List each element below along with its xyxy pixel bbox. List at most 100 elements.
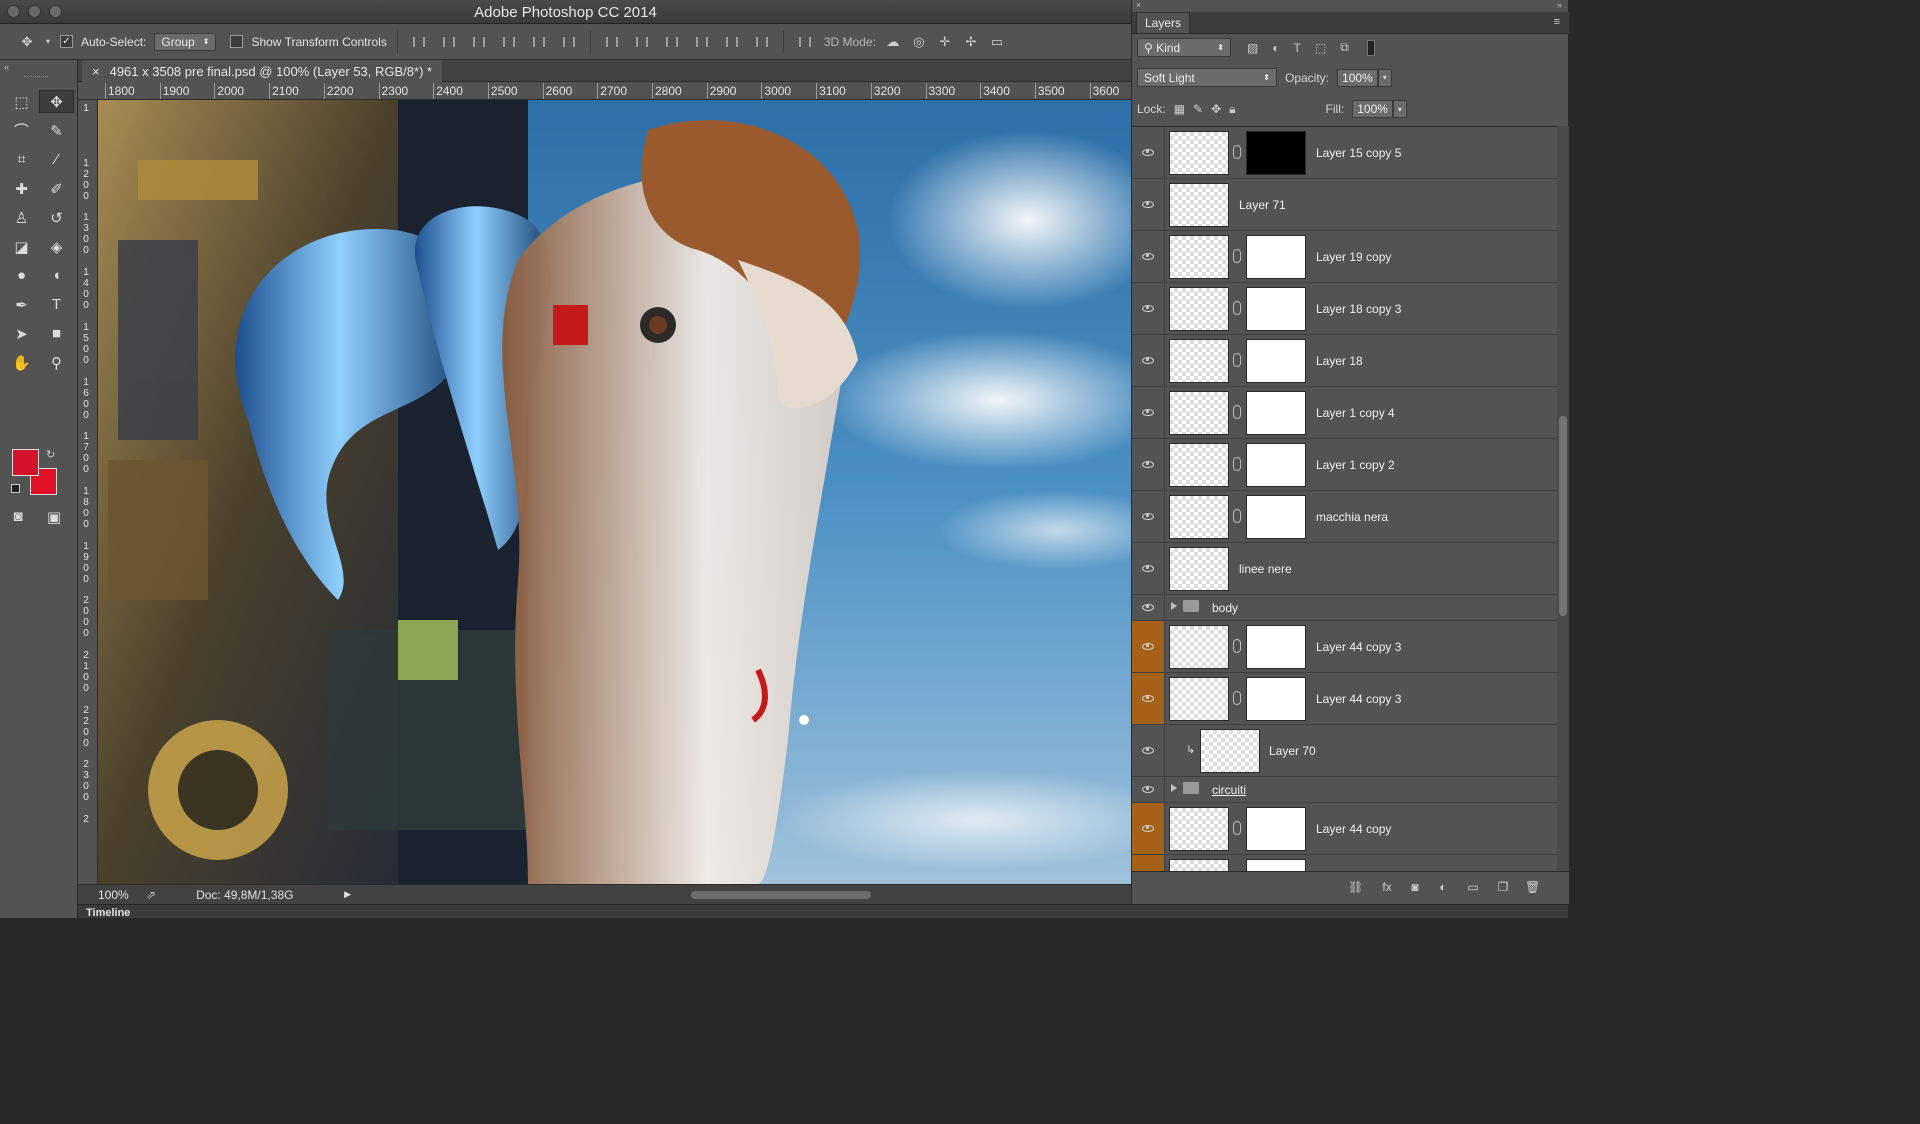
layer-thumbnail[interactable] (1169, 131, 1229, 175)
align-top-icon[interactable] (408, 33, 430, 51)
layer-mask-thumbnail[interactable] (1246, 339, 1306, 383)
mask-link-icon[interactable] (1233, 353, 1241, 367)
3d-roll-icon[interactable]: ◎ (910, 33, 928, 51)
brush-tool-icon[interactable]: ✐ (39, 177, 74, 200)
filter-kind-dropdown[interactable]: ⚲ Kind ⬍ (1137, 38, 1231, 57)
mask-link-icon[interactable] (1233, 249, 1241, 263)
layer-thumbnail[interactable] (1200, 729, 1260, 773)
layer-group-row[interactable]: circuiti (1132, 777, 1557, 803)
panel-grip[interactable] (24, 76, 48, 79)
chevron-down-icon[interactable]: ▾ (44, 33, 52, 51)
layer-group-row[interactable]: body (1132, 595, 1557, 621)
expand-triangle-icon[interactable] (1171, 602, 1177, 610)
align-hcenter-icon[interactable] (528, 33, 550, 51)
show-transform-checkbox[interactable] (230, 35, 244, 48)
visibility-toggle[interactable] (1132, 543, 1165, 594)
foreground-color-swatch[interactable] (12, 449, 39, 476)
layer-thumbnail[interactable] (1169, 625, 1229, 669)
rectangle-tool-icon[interactable]: ■ (39, 322, 74, 345)
layer-thumbnail[interactable] (1169, 443, 1229, 487)
fill-dropdown-icon[interactable]: ▾ (1392, 100, 1407, 118)
lock-image-icon[interactable]: ✎ (1193, 102, 1203, 116)
zoom-level[interactable]: 100% (98, 888, 138, 902)
status-menu-icon[interactable]: ▶ (344, 889, 351, 900)
panel-menu-icon[interactable]: ≡ (1554, 16, 1560, 28)
layer-row[interactable]: macchia nera (1132, 491, 1557, 543)
swap-colors-icon[interactable]: ↻ (46, 448, 55, 461)
eyedropper-tool-icon[interactable]: ⁄ (39, 148, 74, 171)
new-group-icon[interactable]: ▭ (1466, 880, 1480, 894)
align-vcenter-icon[interactable] (438, 33, 460, 51)
layer-mask-thumbnail[interactable] (1246, 625, 1306, 669)
timeline-tab[interactable]: Timeline (86, 907, 130, 919)
mask-link-icon[interactable] (1233, 639, 1241, 653)
dodge-tool-icon[interactable]: ◖ (39, 264, 74, 287)
layer-thumbnail[interactable] (1169, 183, 1229, 227)
filter-type-icon[interactable]: T (1294, 41, 1301, 55)
layer-thumbnail[interactable] (1169, 235, 1229, 279)
layer-row[interactable]: Layer 44 copy 3 (1132, 673, 1557, 725)
filter-adjustment-icon[interactable]: ◐ (1272, 41, 1279, 55)
layer-thumbnail[interactable] (1169, 807, 1229, 851)
fill-input[interactable]: 100% (1352, 100, 1393, 118)
document-tab[interactable]: × 4961 x 3508 pre final.psd @ 100% (Laye… (82, 60, 443, 82)
export-icon[interactable]: ⇗ (146, 888, 156, 902)
move-tool-preset-icon[interactable]: ✥ (18, 33, 36, 51)
layer-mask-thumbnail[interactable] (1246, 859, 1306, 871)
layer-mask-thumbnail[interactable] (1246, 235, 1306, 279)
horizontal-ruler[interactable]: 1800 1900 2000 2100 2200 2300 2400 2500 2600 2700… (78, 82, 1131, 100)
lock-all-icon[interactable]: 🔒︎ (1229, 102, 1235, 117)
close-document-icon[interactable]: × (92, 64, 100, 79)
link-layers-icon[interactable]: ⛓ (1348, 880, 1363, 894)
eraser-tool-icon[interactable]: ◪ (4, 235, 39, 258)
distribute-hcenter-icon[interactable] (721, 33, 743, 51)
align-right-icon[interactable] (558, 33, 580, 51)
layer-mask-thumbnail[interactable] (1246, 677, 1306, 721)
lock-position-icon[interactable]: ✥ (1211, 102, 1221, 116)
hand-tool-icon[interactable]: ✋ (4, 351, 39, 374)
layer-row[interactable]: Layer 18 (1132, 335, 1557, 387)
collapse-icon[interactable]: « (4, 62, 9, 72)
type-tool-icon[interactable]: T (39, 293, 74, 316)
collapse-panel-icon[interactable]: » (1557, 0, 1562, 10)
layer-row[interactable]: Layer 15 copy 5 (1132, 127, 1557, 179)
layer-row[interactable]: ↳ Layer 70 (1132, 725, 1557, 777)
healing-brush-tool-icon[interactable]: ✚ (4, 177, 39, 200)
layer-row[interactable]: Layer 18 copy 3 (1132, 283, 1557, 335)
add-mask-icon[interactable]: ◙ (1408, 880, 1422, 894)
layer-mask-thumbnail[interactable] (1246, 131, 1306, 175)
layer-row[interactable] (1132, 855, 1557, 871)
filter-smartobject-icon[interactable]: ⧉ (1340, 40, 1349, 55)
layer-thumbnail[interactable] (1169, 859, 1229, 871)
layers-tab[interactable]: Layers (1136, 12, 1191, 33)
close-panel-icon[interactable]: × (1136, 0, 1141, 10)
mask-link-icon[interactable] (1233, 509, 1241, 523)
pen-tool-icon[interactable]: ✒ (4, 293, 39, 316)
mask-link-icon[interactable] (1233, 405, 1241, 419)
layer-row[interactable]: Layer 71 (1132, 179, 1557, 231)
history-brush-tool-icon[interactable]: ↺ (39, 206, 74, 229)
layer-mask-thumbnail[interactable] (1246, 495, 1306, 539)
visibility-toggle[interactable] (1132, 127, 1165, 178)
autoselect-checkbox[interactable]: ✓ (60, 35, 73, 48)
filter-pixel-icon[interactable]: ▨ (1247, 41, 1258, 55)
visibility-toggle[interactable] (1132, 803, 1165, 854)
visibility-toggle[interactable] (1132, 283, 1165, 334)
zoom-tool-icon[interactable]: ⚲ (39, 351, 74, 374)
expand-triangle-icon[interactable] (1171, 784, 1177, 792)
layer-row[interactable]: Layer 19 copy (1132, 231, 1557, 283)
visibility-toggle[interactable] (1132, 231, 1165, 282)
distribute-left-icon[interactable] (691, 33, 713, 51)
paint-bucket-tool-icon[interactable]: ◈ (39, 235, 74, 258)
quick-mask-icon[interactable]: ◙ (6, 505, 30, 528)
visibility-toggle[interactable] (1132, 621, 1165, 672)
screen-mode-icon[interactable]: ▣ (42, 505, 66, 528)
filter-shape-icon[interactable]: ⬚ (1315, 41, 1326, 55)
layer-row[interactable]: Layer 44 copy (1132, 803, 1557, 855)
visibility-toggle[interactable] (1132, 777, 1165, 802)
distribute-right-icon[interactable] (751, 33, 773, 51)
layer-mask-thumbnail[interactable] (1246, 807, 1306, 851)
crop-tool-icon[interactable]: ⌗ (4, 148, 39, 171)
path-selection-tool-icon[interactable]: ➤ (4, 322, 39, 345)
layer-thumbnail[interactable] (1169, 339, 1229, 383)
